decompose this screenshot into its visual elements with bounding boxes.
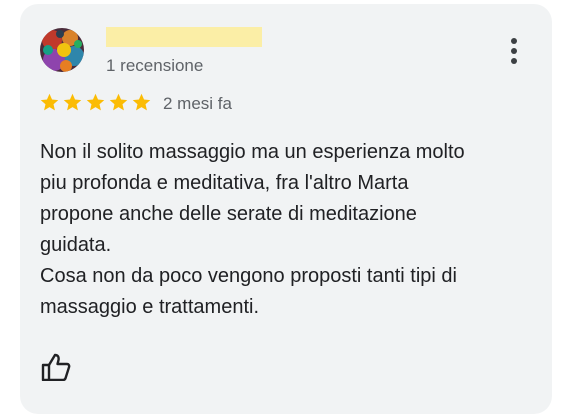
avatar[interactable] [40,28,84,72]
star-icon [86,93,105,111]
reviewer-stats[interactable]: 1 recensione [106,56,203,76]
thumb-up-icon [41,353,71,381]
star-icon [63,93,82,111]
review-card: 1 recensione 2 mesi fa Non il solito mas… [20,4,552,414]
like-button[interactable] [38,349,74,385]
star-icon [132,93,151,111]
avatar-image [40,28,84,72]
more-vert-icon [511,38,517,64]
star-rating [39,92,152,113]
reviewer-name-redacted [106,27,262,47]
star-icon [40,93,59,111]
review-date: 2 mesi fa [163,94,232,113]
star-icon [109,93,128,111]
more-options-button[interactable] [500,34,528,68]
review-text: Non il solito massaggio ma un esperienza… [40,141,465,318]
